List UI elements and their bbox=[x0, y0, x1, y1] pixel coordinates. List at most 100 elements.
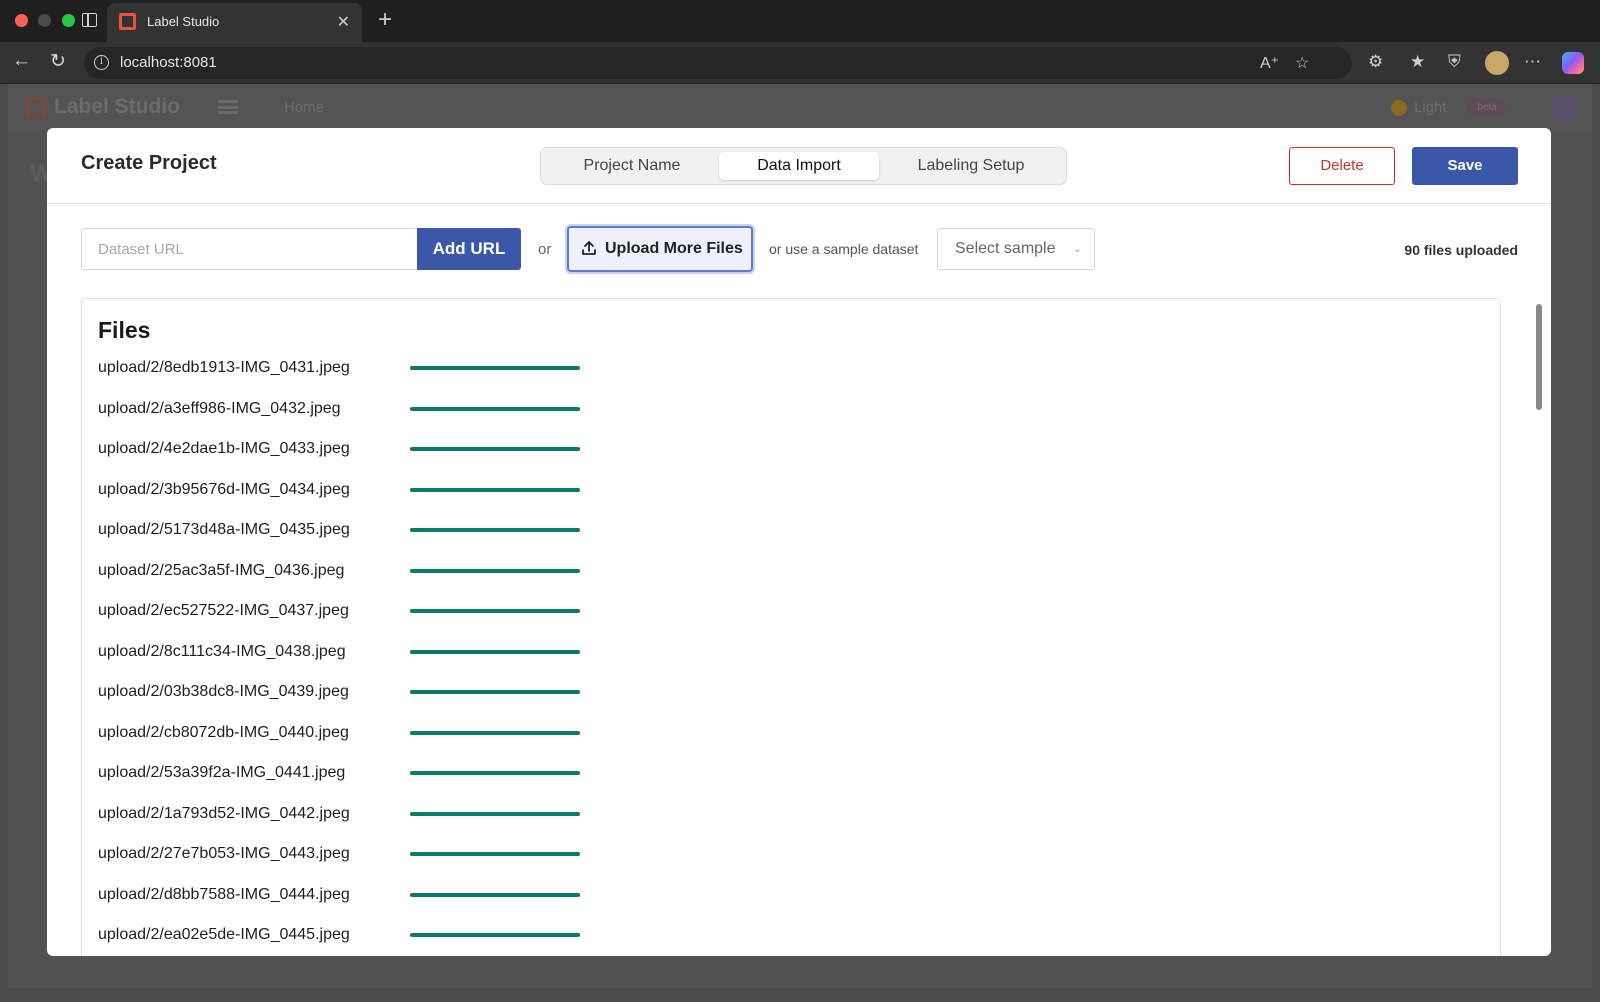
browser-toolbar: ← ↻ i localhost:8081 A⁺ ☆ ⚙ ★ ⛨ ⋯ bbox=[0, 42, 1600, 84]
upload-progress-bar bbox=[410, 892, 580, 897]
tab-close-icon[interactable]: ✕ bbox=[337, 12, 350, 32]
files-uploaded-count: 90 files uploaded bbox=[1404, 242, 1518, 258]
upload-progress-fill bbox=[410, 852, 580, 856]
file-row: upload/2/ea02e5de-IMG_0445.jpeg bbox=[98, 924, 698, 956]
upload-progress-bar bbox=[410, 447, 580, 451]
browser-tab[interactable]: Label Studio ✕ bbox=[107, 3, 362, 42]
file-name: upload/2/d8bb7588-IMG_0444.jpeg bbox=[98, 885, 350, 903]
step-toggle: Project Name Data Import Labeling Setup bbox=[540, 147, 1067, 185]
shield-icon[interactable]: ⛨ bbox=[1448, 52, 1461, 72]
upload-progress-bar bbox=[410, 771, 580, 775]
upload-progress-fill bbox=[410, 528, 580, 532]
upload-progress-fill bbox=[410, 690, 580, 694]
file-row: upload/2/a3eff986-IMG_0432.jpeg bbox=[98, 398, 698, 439]
more-icon[interactable]: ⋯ bbox=[1524, 52, 1541, 72]
upload-progress-fill bbox=[410, 447, 580, 451]
info-icon[interactable]: i bbox=[94, 55, 109, 70]
file-row: upload/2/1a793d52-IMG_0442.jpeg bbox=[98, 803, 698, 844]
file-row: upload/2/8c111c34-IMG_0438.jpeg bbox=[98, 641, 698, 682]
modal-header: Create Project Project Name Data Import … bbox=[47, 128, 1551, 204]
file-row: upload/2/8edb1913-IMG_0431.jpeg bbox=[98, 357, 698, 398]
files-heading: Files bbox=[98, 317, 151, 343]
file-row: upload/2/cb8072db-IMG_0440.jpeg bbox=[98, 722, 698, 763]
file-name: upload/2/5173d48a-IMG_0435.jpeg bbox=[98, 521, 350, 538]
puzzle-icon[interactable]: ⚙ bbox=[1368, 52, 1383, 72]
upload-progress-fill bbox=[410, 609, 580, 613]
import-controls: Add URL or Upload More Files or use a sa… bbox=[47, 204, 1551, 294]
file-name: upload/2/8edb1913-IMG_0431.jpeg bbox=[98, 359, 350, 376]
file-row: upload/2/5173d48a-IMG_0435.jpeg bbox=[98, 519, 698, 560]
profile-avatar[interactable] bbox=[1485, 51, 1509, 75]
upload-button-label: Upload More Files bbox=[605, 240, 743, 257]
copilot-icon[interactable] bbox=[1562, 52, 1584, 74]
upload-progress-bar bbox=[410, 609, 580, 613]
dataset-url-input[interactable] bbox=[81, 228, 418, 270]
files-panel: Files upload/2/8edb1913-IMG_0431.jpegupl… bbox=[81, 298, 1501, 956]
sample-dataset-label: or use a sample dataset bbox=[769, 241, 919, 257]
upload-progress-bar bbox=[410, 366, 580, 370]
create-project-modal: Create Project Project Name Data Import … bbox=[47, 128, 1551, 956]
sidebar-toggle-icon[interactable] bbox=[82, 13, 97, 27]
select-sample-dropdown[interactable]: Select sample ⌄ bbox=[937, 228, 1095, 270]
upload-progress-fill bbox=[410, 933, 580, 937]
new-tab-button[interactable]: + bbox=[378, 6, 392, 34]
upload-more-files-button[interactable]: Upload More Files bbox=[567, 226, 753, 272]
theme-label: Light bbox=[1414, 99, 1447, 116]
upload-progress-bar bbox=[410, 649, 580, 654]
select-sample-value: Select sample bbox=[955, 240, 1056, 257]
file-row: upload/2/03b38dc8-IMG_0439.jpeg bbox=[98, 681, 698, 722]
upload-progress-bar bbox=[410, 690, 580, 694]
modal-title: Create Project bbox=[81, 152, 217, 174]
scrollbar-thumb[interactable] bbox=[1536, 304, 1542, 410]
file-name: upload/2/a3eff986-IMG_0432.jpeg bbox=[98, 399, 341, 417]
upload-progress-fill bbox=[410, 811, 580, 816]
favorites-icon[interactable]: ★ bbox=[1410, 52, 1425, 72]
window-minimize-button[interactable] bbox=[38, 14, 51, 27]
url-text[interactable]: localhost:8081 bbox=[120, 54, 217, 71]
tab-labeling-setup[interactable]: Labeling Setup bbox=[881, 152, 1061, 180]
upload-icon bbox=[582, 241, 596, 255]
file-name: upload/2/cb8072db-IMG_0440.jpeg bbox=[98, 723, 349, 741]
modal-scrollbar[interactable] bbox=[1530, 200, 1544, 810]
address-bar[interactable]: i localhost:8081 A⁺ ☆ bbox=[84, 47, 1352, 79]
save-button[interactable]: Save bbox=[1412, 147, 1518, 185]
file-name: upload/2/27e7b053-IMG_0443.jpeg bbox=[98, 845, 350, 862]
add-url-button[interactable]: Add URL bbox=[417, 228, 521, 270]
window-close-button[interactable] bbox=[15, 14, 28, 27]
read-aloud-icon[interactable]: A⁺ bbox=[1260, 53, 1279, 73]
star-icon[interactable]: ☆ bbox=[1295, 53, 1309, 73]
upload-progress-fill bbox=[410, 366, 580, 370]
file-row: upload/2/25ac3a5f-IMG_0436.jpeg bbox=[98, 560, 698, 601]
file-name: upload/2/ec527522-IMG_0437.jpeg bbox=[98, 602, 349, 619]
upload-progress-fill bbox=[410, 487, 580, 492]
back-icon[interactable]: ← bbox=[12, 50, 31, 72]
file-row: upload/2/53a39f2a-IMG_0441.jpeg bbox=[98, 762, 698, 803]
upload-progress-fill bbox=[410, 892, 580, 897]
user-avatar bbox=[1550, 94, 1578, 122]
file-name: upload/2/1a793d52-IMG_0442.jpeg bbox=[98, 804, 350, 822]
file-name: upload/2/25ac3a5f-IMG_0436.jpeg bbox=[98, 561, 345, 579]
file-name: upload/2/3b95676d-IMG_0434.jpeg bbox=[98, 480, 350, 498]
delete-button[interactable]: Delete bbox=[1289, 147, 1395, 185]
app-brand: Label Studio bbox=[54, 95, 180, 118]
upload-progress-bar bbox=[410, 811, 580, 816]
file-row: upload/2/27e7b053-IMG_0443.jpeg bbox=[98, 843, 698, 884]
theme-icon bbox=[1391, 100, 1407, 116]
app-header: Label Studio Home Light beta bbox=[8, 84, 1592, 130]
file-name: upload/2/ea02e5de-IMG_0445.jpeg bbox=[98, 926, 350, 943]
reload-icon[interactable]: ↻ bbox=[50, 50, 66, 73]
tab-project-name[interactable]: Project Name bbox=[547, 152, 717, 180]
window-zoom-button[interactable] bbox=[62, 14, 75, 27]
or-label: or bbox=[538, 241, 552, 258]
file-name: upload/2/4e2dae1b-IMG_0433.jpeg bbox=[98, 440, 350, 457]
file-row: upload/2/d8bb7588-IMG_0444.jpeg bbox=[98, 884, 698, 925]
upload-progress-fill bbox=[410, 771, 580, 775]
upload-progress-bar bbox=[410, 852, 580, 856]
breadcrumb-home: Home bbox=[284, 99, 325, 116]
upload-progress-bar bbox=[410, 933, 580, 937]
upload-progress-bar bbox=[410, 487, 580, 492]
upload-progress-fill bbox=[410, 730, 580, 735]
file-name: upload/2/03b38dc8-IMG_0439.jpeg bbox=[98, 683, 349, 700]
upload-progress-bar bbox=[410, 568, 580, 573]
tab-data-import[interactable]: Data Import bbox=[719, 152, 879, 180]
